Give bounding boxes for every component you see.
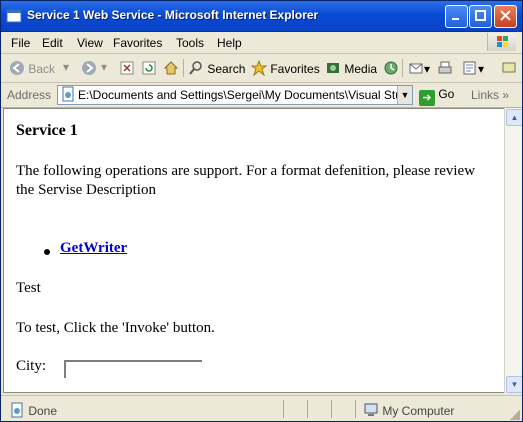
search-label: Search xyxy=(207,62,246,76)
page-content: Service 1 The following operations are s… xyxy=(3,108,505,393)
browser-window: Service 1 Web Service - Microsoft Intern… xyxy=(0,0,523,422)
stop-icon xyxy=(120,61,134,75)
scroll-up-button[interactable]: ▲ xyxy=(506,109,522,126)
discuss-button[interactable] xyxy=(501,60,517,76)
refresh-icon xyxy=(142,61,156,75)
home-icon xyxy=(163,61,179,75)
minimize-button[interactable] xyxy=(445,5,468,28)
status-text: Done xyxy=(9,402,57,418)
menu-edit[interactable]: Edit xyxy=(42,36,63,50)
back-label: Back xyxy=(28,62,56,76)
close-icon xyxy=(500,10,511,21)
go-button[interactable]: ➔ Go xyxy=(419,87,454,106)
go-label: Go xyxy=(438,87,455,101)
status-divider xyxy=(331,400,332,418)
media-icon xyxy=(327,63,339,73)
stop-button[interactable] xyxy=(119,60,135,76)
chevron-down-icon: ▼ xyxy=(400,90,410,100)
media-button[interactable]: Media xyxy=(325,60,377,76)
chevron-down-icon: ▼ xyxy=(510,380,519,389)
address-dropdown[interactable]: ▼ xyxy=(397,86,412,104)
menu-help[interactable]: Help xyxy=(217,36,242,50)
standard-toolbar: Back ▾ ▾ Search Favorites Media ▾ ▾ xyxy=(1,54,522,83)
windows-flag-icon xyxy=(497,36,508,47)
status-bar: Done My Computer xyxy=(1,395,522,421)
status-label: Done xyxy=(28,404,58,418)
windows-logo xyxy=(487,33,516,51)
address-value: E:\Documents and Settings\Sergei\My Docu… xyxy=(78,88,402,102)
test-heading: Test xyxy=(16,280,41,296)
menu-file[interactable]: File xyxy=(11,36,30,50)
back-button[interactable]: Back xyxy=(9,60,55,76)
resize-grip[interactable] xyxy=(510,410,520,420)
window-title: Service 1 Web Service - Microsoft Intern… xyxy=(27,8,319,22)
mail-icon xyxy=(409,63,423,74)
forward-dropdown[interactable]: ▾ xyxy=(101,60,107,74)
discuss-icon xyxy=(502,62,516,73)
printer-icon xyxy=(438,61,452,74)
security-zone: My Computer xyxy=(363,402,454,418)
links-button[interactable]: Links » xyxy=(471,88,509,102)
address-input[interactable]: E:\Documents and Settings\Sergei\My Docu… xyxy=(57,85,413,105)
star-icon xyxy=(251,60,267,76)
maximize-icon xyxy=(475,10,486,21)
forward-arrow-icon xyxy=(82,61,96,75)
menu-view[interactable]: View xyxy=(77,36,103,50)
menu-bar: File Edit View Favorites Tools Help xyxy=(1,32,522,54)
toolbar-separator xyxy=(183,59,184,77)
edit-button[interactable]: ▾ xyxy=(462,60,484,76)
chevron-up-icon: ▲ xyxy=(510,113,519,122)
status-divider xyxy=(307,400,308,418)
double-chevron-icon: » xyxy=(502,88,510,102)
test-instructions: To test, Click the 'Invoke' button. xyxy=(16,320,215,336)
page-done-icon xyxy=(11,402,23,418)
minimize-icon xyxy=(452,18,459,20)
computer-icon xyxy=(364,403,378,416)
status-divider xyxy=(355,400,356,418)
operation-link-getwriter[interactable]: GetWriter xyxy=(60,240,127,257)
search-button[interactable]: Search xyxy=(188,60,245,76)
refresh-button[interactable] xyxy=(141,60,157,76)
menu-tools[interactable]: Tools xyxy=(176,36,204,50)
history-icon xyxy=(384,61,398,75)
search-icon xyxy=(189,61,202,75)
status-divider xyxy=(283,400,284,418)
media-label: Media xyxy=(344,62,378,76)
service-description: The following operations are support. Fo… xyxy=(16,163,476,198)
mail-button[interactable]: ▾ xyxy=(408,60,430,76)
address-bar: Address E:\Documents and Settings\Sergei… xyxy=(1,83,522,108)
list-bullet xyxy=(44,249,50,255)
ie-app-icon xyxy=(6,9,22,23)
go-arrow-icon: ➔ xyxy=(419,90,435,106)
links-label: Links xyxy=(471,88,500,102)
menu-favorites[interactable]: Favorites xyxy=(113,36,162,50)
edit-page-icon xyxy=(463,61,476,75)
print-button[interactable] xyxy=(437,60,453,76)
favorites-button[interactable]: Favorites xyxy=(251,60,320,76)
zone-label: My Computer xyxy=(382,404,455,418)
forward-button[interactable] xyxy=(81,60,97,76)
address-label: Address xyxy=(7,88,52,102)
page-icon xyxy=(62,86,74,102)
history-button[interactable] xyxy=(383,60,399,76)
title-bar[interactable]: Service 1 Web Service - Microsoft Intern… xyxy=(1,1,522,32)
back-dropdown[interactable]: ▾ xyxy=(63,60,69,74)
vertical-scrollbar[interactable]: ▲ ▼ xyxy=(504,108,522,393)
home-button[interactable] xyxy=(163,60,179,76)
back-arrow-icon xyxy=(10,61,24,75)
scroll-down-button[interactable]: ▼ xyxy=(506,376,522,393)
city-label: City: xyxy=(16,358,47,374)
toolbar-separator xyxy=(402,59,403,77)
page-title: Service 1 xyxy=(16,122,78,139)
city-input[interactable] xyxy=(64,360,202,378)
close-button[interactable] xyxy=(494,5,517,28)
maximize-button[interactable] xyxy=(469,5,492,28)
favorites-label: Favorites xyxy=(270,62,320,76)
